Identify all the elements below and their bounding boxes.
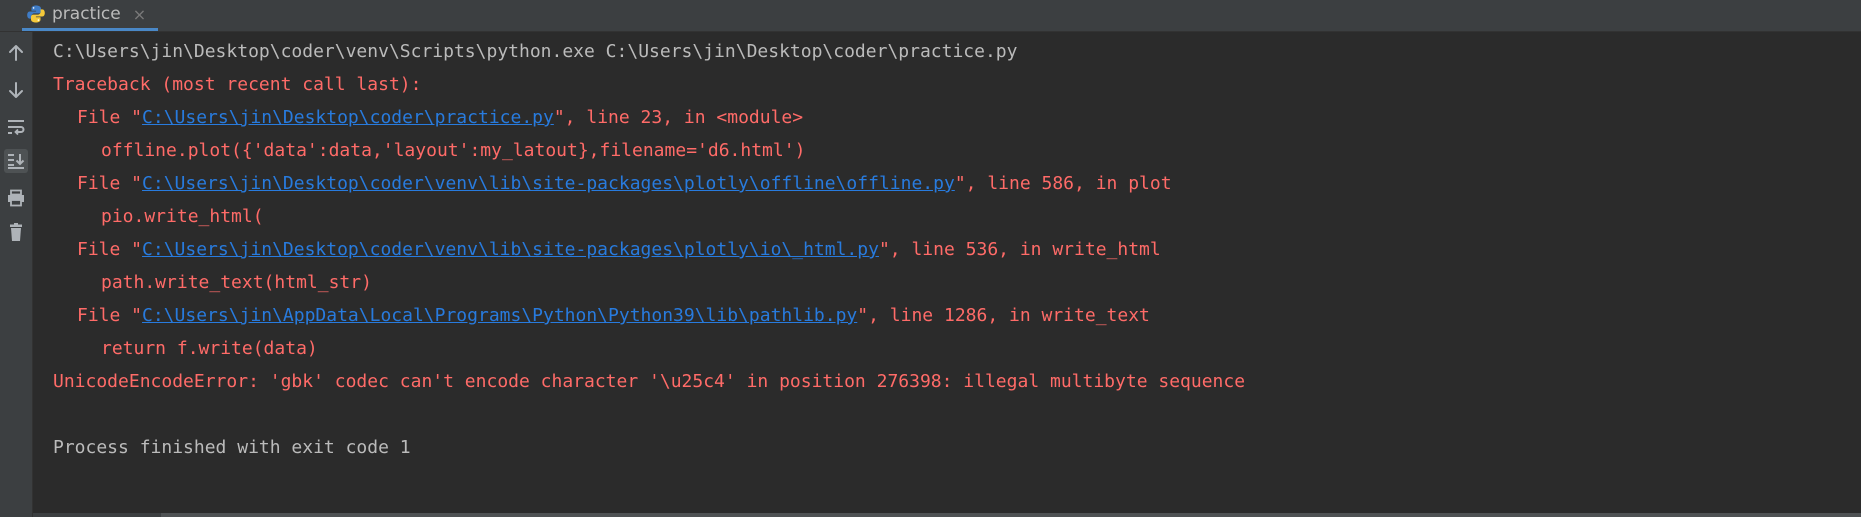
traceback-frame: File "C:\Users\jin\Desktop\coder\venv\li… <box>53 233 1861 266</box>
frame-suffix: ", line 586, in plot <box>954 173 1172 194</box>
frame-prefix: File " <box>77 239 143 260</box>
clear-all-button[interactable] <box>4 220 28 244</box>
traceback-code: return f.write(data) <box>101 338 318 359</box>
frame-prefix: File " <box>77 173 143 194</box>
run-tab-bar: practice × <box>0 0 1861 32</box>
trash-icon <box>7 222 25 242</box>
exit-message: Process finished with exit code 1 <box>53 437 411 458</box>
frame-suffix: ", line 23, in <module> <box>553 107 804 128</box>
scroll-to-end-button[interactable] <box>4 149 28 173</box>
tab-practice[interactable]: practice × <box>22 0 159 31</box>
up-the-stack-button[interactable] <box>4 41 28 65</box>
command-line: C:\Users\jin\Desktop\coder\venv\Scripts\… <box>53 41 1018 62</box>
frame-prefix: File " <box>77 305 143 326</box>
arrow-down-icon <box>7 81 25 99</box>
scroll-to-end-icon <box>6 152 26 170</box>
traceback-code: path.write_text(html_str) <box>101 272 372 293</box>
traceback-frame: File "C:\Users\jin\AppData\Local\Program… <box>53 299 1861 332</box>
print-button[interactable] <box>4 186 28 210</box>
frame-suffix: ", line 1286, in write_text <box>857 305 1150 326</box>
file-link[interactable]: C:\Users\jin\Desktop\coder\practice.py <box>142 107 554 128</box>
tab-label: practice <box>52 4 121 24</box>
print-icon <box>6 189 26 207</box>
frame-suffix: ", line 536, in write_html <box>878 239 1161 260</box>
soft-wrap-button[interactable] <box>4 115 28 139</box>
console-toolbar <box>0 32 33 517</box>
traceback-frame: File "C:\Users\jin\Desktop\coder\venv\li… <box>53 167 1861 200</box>
soft-wrap-icon <box>6 118 26 136</box>
close-icon[interactable]: × <box>133 5 146 24</box>
traceback-code: offline.plot({'data':data,'layout':my_la… <box>101 140 806 161</box>
file-link[interactable]: C:\Users\jin\Desktop\coder\venv\lib\site… <box>142 173 955 194</box>
traceback-header: Traceback (most recent call last): <box>53 74 422 95</box>
python-icon <box>26 4 46 24</box>
traceback-code: pio.write_html( <box>101 206 264 227</box>
run-console-window: practice × C:\Users\jin\Desktop\coder\ve… <box>0 0 1861 517</box>
console-output[interactable]: C:\Users\jin\Desktop\coder\venv\Scripts\… <box>53 35 1861 464</box>
file-link[interactable]: C:\Users\jin\Desktop\coder\venv\lib\site… <box>142 239 879 260</box>
frame-prefix: File " <box>77 107 143 128</box>
horizontal-scrollbar[interactable] <box>33 513 1861 517</box>
scrollbar-thumb[interactable] <box>161 513 1861 517</box>
error-message: UnicodeEncodeError: 'gbk' codec can't en… <box>53 371 1246 392</box>
traceback-frame: File "C:\Users\jin\Desktop\coder\practic… <box>53 101 1861 134</box>
arrow-up-icon <box>7 44 25 62</box>
file-link[interactable]: C:\Users\jin\AppData\Local\Programs\Pyth… <box>142 305 857 326</box>
down-the-stack-button[interactable] <box>4 78 28 102</box>
